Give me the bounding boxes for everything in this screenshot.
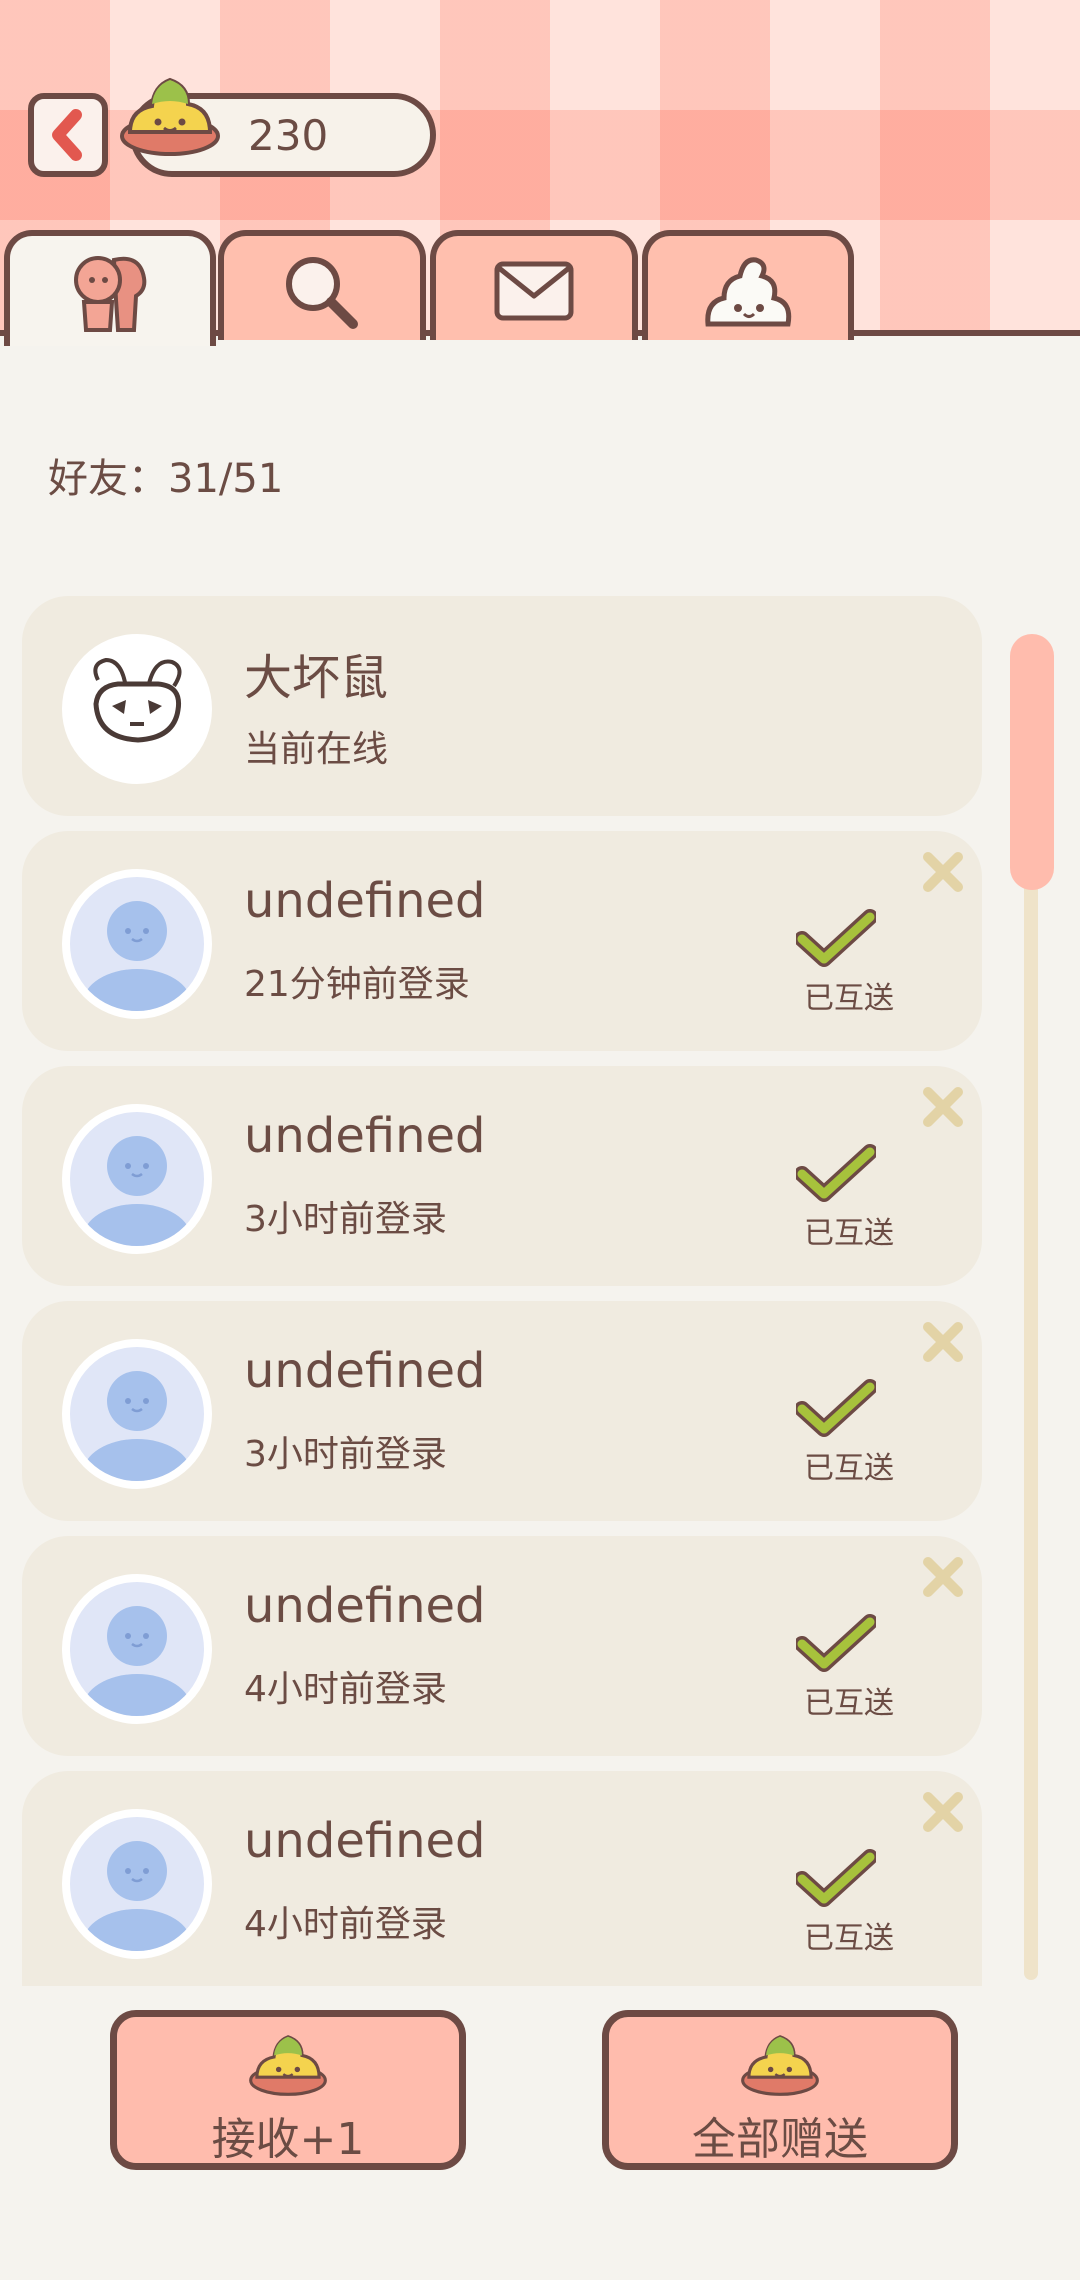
- friend-name: undefined: [244, 1813, 486, 1869]
- chevron-left-icon: [52, 109, 82, 161]
- gift-sent-label: 已互送: [804, 1921, 894, 1956]
- poop-icon: [705, 257, 792, 327]
- delete-friend-icon[interactable]: [920, 1554, 966, 1600]
- tab-friends[interactable]: [4, 230, 216, 346]
- avatar: [62, 1809, 212, 1959]
- check-icon: [796, 1849, 876, 1907]
- default-avatar-icon: [83, 1606, 191, 1716]
- delete-friend-icon[interactable]: [920, 1789, 966, 1835]
- gift-sent-label: 已互送: [804, 1451, 894, 1486]
- scrollbar-thumb[interactable]: [1010, 634, 1054, 890]
- coin-poop-icon: [249, 2035, 327, 2096]
- mail-icon: [494, 261, 574, 321]
- friend-status: 3小时前登录: [244, 1434, 447, 1475]
- avatar: [62, 634, 212, 784]
- tab-poop[interactable]: [642, 230, 854, 340]
- gift-sent-label: 已互送: [804, 1216, 894, 1251]
- friend-list[interactable]: 大坏鼠 当前在线 undefined 21分钟前登录 已互送 undefined…: [22, 596, 982, 2001]
- send-all-button[interactable]: 全部赠送: [602, 2010, 958, 2170]
- back-button[interactable]: [28, 93, 108, 177]
- delete-friend-icon[interactable]: [920, 1319, 966, 1365]
- gift-sent-label: 已互送: [804, 981, 894, 1016]
- default-avatar-icon: [83, 1371, 191, 1481]
- check-icon: [796, 1614, 876, 1672]
- delete-friend-icon[interactable]: [920, 849, 966, 895]
- avatar: [62, 1104, 212, 1254]
- friend-status: 4小时前登录: [244, 1904, 447, 1945]
- friend-card[interactable]: 大坏鼠 当前在线: [22, 596, 982, 816]
- default-avatar-icon: [83, 901, 191, 1011]
- friend-status: 4小时前登录: [244, 1669, 447, 1710]
- default-avatar-icon: [83, 1136, 191, 1246]
- friends-icon: [74, 256, 147, 332]
- friend-name: undefined: [244, 1343, 486, 1399]
- tab-search[interactable]: [218, 230, 426, 340]
- friend-name: undefined: [244, 1108, 486, 1164]
- avatar: [62, 869, 212, 1019]
- friend-name: undefined: [244, 873, 486, 929]
- send-all-label: 全部赠送: [692, 2114, 868, 2165]
- search-icon: [286, 257, 358, 329]
- friend-card[interactable]: undefined 4小时前登录 已互送: [22, 1536, 982, 1756]
- friend-card[interactable]: undefined 3小时前登录 已互送: [22, 1066, 982, 1286]
- friend-name: undefined: [244, 1578, 486, 1634]
- receive-button[interactable]: 接收+1: [110, 2010, 466, 2170]
- friend-card[interactable]: undefined 21分钟前登录 已互送: [22, 831, 982, 1051]
- coin-poop-icon: [741, 2035, 819, 2096]
- friend-status: 当前在线: [244, 729, 389, 770]
- coin-poop-icon: [120, 77, 220, 156]
- tab-mail[interactable]: [430, 230, 638, 340]
- check-icon: [796, 909, 876, 967]
- friend-card[interactable]: undefined 4小时前登录 已互送: [22, 1771, 982, 1986]
- avatar: [62, 1574, 212, 1724]
- friend-card[interactable]: undefined 3小时前登录 已互送: [22, 1301, 982, 1521]
- friend-status: 3小时前登录: [244, 1199, 447, 1240]
- coin-count: 230: [248, 111, 329, 160]
- gift-sent-label: 已互送: [804, 1686, 894, 1721]
- friend-count: 好友：31/51: [48, 456, 284, 502]
- check-icon: [796, 1144, 876, 1202]
- delete-friend-icon[interactable]: [920, 1084, 966, 1130]
- default-avatar-icon: [83, 1841, 191, 1951]
- receive-label: 接收+1: [211, 2114, 365, 2165]
- avatar: [62, 1339, 212, 1489]
- check-icon: [796, 1379, 876, 1437]
- friend-name: 大坏鼠: [244, 650, 389, 706]
- rabbit-icon: [93, 657, 182, 743]
- friend-status: 21分钟前登录: [244, 964, 470, 1005]
